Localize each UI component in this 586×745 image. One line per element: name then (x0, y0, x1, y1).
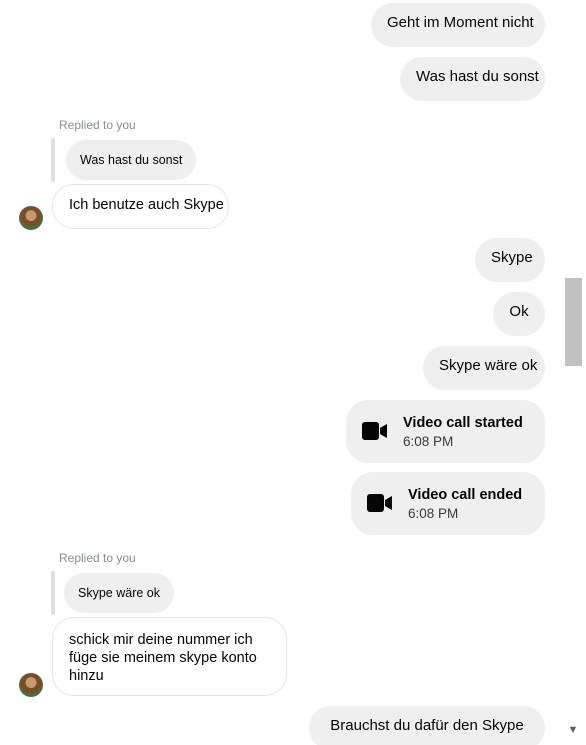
replied-label: Replied to you (59, 551, 136, 565)
message-outgoing[interactable]: Ok (493, 292, 545, 336)
reply-indicator-bar (51, 138, 55, 182)
call-title: Video call started (403, 415, 523, 431)
scrollbar-track[interactable] (564, 0, 586, 745)
message-thread[interactable]: Geht im Moment nicht Was hast du sonst R… (0, 0, 564, 745)
video-call-ended-card[interactable]: Video call ended 6:08 PM (351, 472, 545, 535)
video-call-started-card[interactable]: Video call started 6:08 PM (346, 400, 545, 463)
video-camera-icon (362, 422, 387, 440)
contact-avatar[interactable] (19, 206, 43, 230)
video-camera-icon (367, 494, 392, 512)
replied-message-quote[interactable]: Was hast du sonst (66, 140, 197, 180)
chevron-down-icon[interactable]: ▼ (567, 722, 579, 738)
call-time: 6:08 PM (408, 506, 459, 521)
call-time: 6:08 PM (403, 434, 454, 449)
replied-message-quote[interactable]: Skype wäre ok (64, 573, 174, 613)
message-outgoing[interactable]: Brauchst du dafür den Skype (309, 706, 545, 745)
message-outgoing[interactable]: Skype (475, 238, 545, 282)
message-incoming[interactable]: Ich benutze auch Skype (52, 184, 229, 229)
message-outgoing[interactable]: Was hast du sonst (400, 57, 545, 101)
message-incoming[interactable]: schick mir deine nummer ich füge sie mei… (52, 617, 287, 696)
call-title: Video call ended (408, 487, 523, 503)
message-outgoing[interactable]: Skype wäre ok (423, 346, 545, 390)
message-outgoing[interactable]: Geht im Moment nicht (371, 3, 545, 47)
contact-avatar[interactable] (19, 673, 43, 697)
reply-indicator-bar (51, 571, 55, 615)
scrollbar-thumb[interactable] (565, 278, 582, 366)
replied-label: Replied to you (59, 118, 136, 132)
